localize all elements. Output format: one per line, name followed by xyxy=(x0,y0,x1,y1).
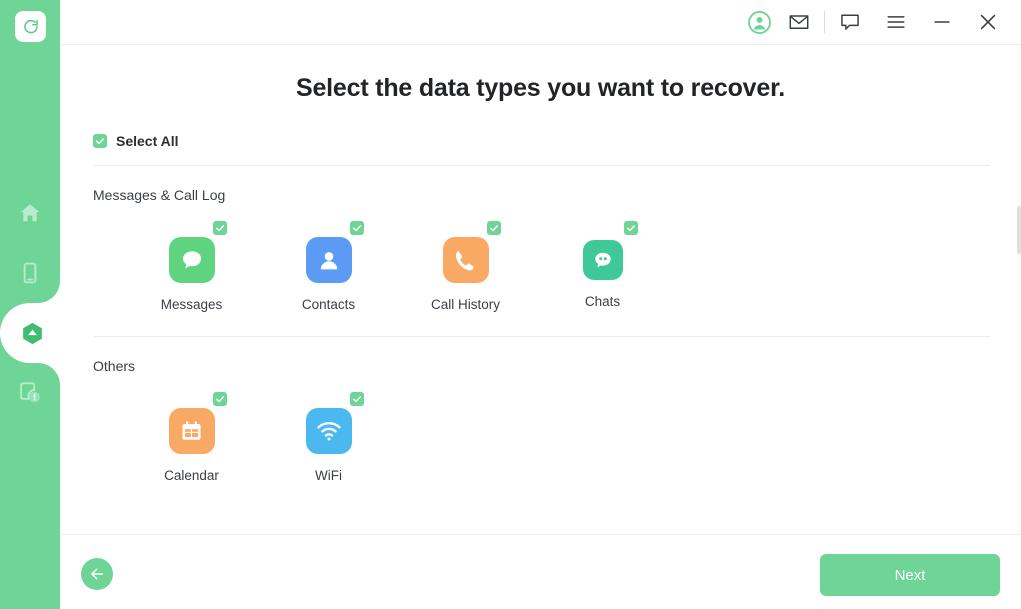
tile-calendar[interactable]: Calendar xyxy=(123,392,260,483)
home-icon xyxy=(18,201,42,225)
section-title-messages: Messages & Call Log xyxy=(93,187,1021,203)
next-button[interactable]: Next xyxy=(820,554,1000,596)
tile-label-chats: Chats xyxy=(585,294,620,309)
broken-device-icon xyxy=(17,380,43,406)
sidebar-item-home[interactable] xyxy=(0,183,60,243)
tile-messages[interactable]: Messages xyxy=(123,221,260,312)
contacts-person-icon xyxy=(315,246,343,274)
sidebar xyxy=(0,0,60,609)
tile-group-others: Calendar xyxy=(123,392,1021,483)
tile-checkbox-calendar[interactable] xyxy=(213,392,227,406)
phone-handset-icon xyxy=(452,247,479,274)
chats-tile-icon-bg xyxy=(583,240,623,280)
minimize-icon xyxy=(931,11,953,33)
tile-label-wifi: WiFi xyxy=(315,468,342,483)
titlebar xyxy=(60,0,1021,45)
content-area: Select the data types you want to recove… xyxy=(60,46,1021,534)
tile-checkbox-contacts[interactable] xyxy=(350,221,364,235)
messages-tile-icon-bg xyxy=(169,237,215,283)
app-logo xyxy=(15,11,46,42)
section-title-others: Others xyxy=(93,358,1021,374)
close-button[interactable] xyxy=(971,5,1005,39)
application-window: Select the data types you want to recove… xyxy=(0,0,1021,609)
recover-refresh-icon xyxy=(22,18,40,36)
tile-checkbox-chats[interactable] xyxy=(624,221,638,235)
page-title: Select the data types you want to recove… xyxy=(60,74,1021,103)
arrow-left-icon xyxy=(88,565,106,583)
content-scrollbar-track[interactable] xyxy=(1017,46,1021,534)
mail-button[interactable] xyxy=(782,5,816,39)
envelope-icon xyxy=(788,11,810,33)
tile-label-calendar: Calendar xyxy=(164,468,219,483)
mobile-device-icon xyxy=(18,261,42,285)
calendar-icon xyxy=(178,418,205,445)
speech-bubble-icon xyxy=(839,11,861,33)
content-scrollbar-thumb[interactable] xyxy=(1017,206,1021,254)
wifi-tile-icon-bg xyxy=(306,408,352,454)
account-button[interactable] xyxy=(742,5,776,39)
wifi-icon xyxy=(315,417,343,445)
section-divider-others xyxy=(93,336,990,337)
tile-label-call-history: Call History xyxy=(431,297,500,312)
select-all-row[interactable]: Select All xyxy=(93,133,1021,149)
main-window: Select the data types you want to recove… xyxy=(60,0,1021,609)
feedback-button[interactable] xyxy=(833,5,867,39)
back-button[interactable] xyxy=(81,558,113,590)
chats-bubble-icon xyxy=(591,248,615,272)
select-all-checkbox[interactable] xyxy=(93,134,107,148)
user-avatar-icon xyxy=(748,11,771,34)
tile-chats[interactable]: Chats xyxy=(534,221,671,312)
sidebar-item-broken-device[interactable] xyxy=(0,363,60,423)
sidebar-item-device[interactable] xyxy=(0,243,60,303)
tile-checkbox-call-history[interactable] xyxy=(487,221,501,235)
tile-call-history[interactable]: Call History xyxy=(397,221,534,312)
tile-group-messages: Messages xyxy=(123,221,1021,312)
tile-checkbox-wifi[interactable] xyxy=(350,392,364,406)
sidebar-item-cloud[interactable] xyxy=(0,303,64,363)
tile-contacts[interactable]: Contacts xyxy=(260,221,397,312)
select-all-label: Select All xyxy=(116,133,179,149)
tile-label-messages: Messages xyxy=(161,297,223,312)
tile-label-contacts: Contacts xyxy=(302,297,355,312)
minimize-button[interactable] xyxy=(925,5,959,39)
hamburger-menu-icon xyxy=(885,11,907,33)
menu-button[interactable] xyxy=(879,5,913,39)
close-icon xyxy=(977,11,999,33)
call-history-tile-icon-bg xyxy=(443,237,489,283)
tile-wifi[interactable]: WiFi xyxy=(260,392,397,483)
cloud-icon xyxy=(19,320,46,347)
tile-checkbox-messages[interactable] xyxy=(213,221,227,235)
contacts-tile-icon-bg xyxy=(306,237,352,283)
calendar-tile-icon-bg xyxy=(169,408,215,454)
footer-bar: Next xyxy=(60,534,1021,609)
messages-bubble-icon xyxy=(178,246,206,274)
section-divider-top xyxy=(93,165,990,166)
titlebar-divider xyxy=(824,11,825,33)
